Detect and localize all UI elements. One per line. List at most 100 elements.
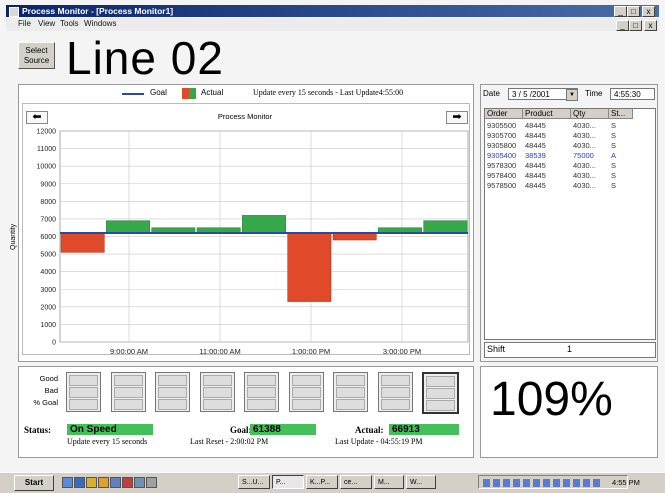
hourly-stat-cell (247, 387, 276, 398)
status-label: Status: (24, 425, 52, 435)
good-row-label: Good (39, 374, 58, 383)
col-order[interactable]: Order (485, 109, 523, 119)
y-tick-label: 3000 (40, 287, 56, 294)
hourly-stat-box[interactable] (333, 372, 368, 412)
hourly-stat-box[interactable] (66, 372, 101, 412)
shift-row: Shift 1 (484, 342, 656, 358)
order-row[interactable]: 9578400 48445 4030... S (485, 171, 635, 181)
order-cell: 4030... (573, 131, 596, 140)
col-product[interactable]: Product (523, 109, 571, 119)
col-qty[interactable]: Qty (571, 109, 609, 119)
hourly-stat-cell (426, 400, 455, 411)
order-row[interactable]: 9578300 48445 4030... S (485, 161, 635, 171)
actual-bar (242, 215, 286, 234)
order-row[interactable]: 9305800 48445 4030... S (485, 141, 635, 151)
order-cell: 4030... (573, 171, 596, 180)
order-cell: S (611, 181, 617, 190)
order-cell: S (611, 171, 617, 180)
date-label: Date (483, 89, 500, 98)
order-cell: 48445 (525, 171, 546, 180)
y-tick-label: 6000 (40, 234, 56, 241)
hourly-stat-cell (380, 399, 410, 410)
x-tick-label: 11:00:00 AM (199, 347, 241, 356)
hourly-stat-cell (202, 387, 232, 398)
hourly-stat-cell (336, 399, 365, 410)
orders-table: Order Product Qty St... 9305500 48445 4030… (484, 108, 656, 340)
hourly-stat-box[interactable] (155, 372, 190, 412)
hourly-stat-cell (247, 375, 276, 386)
order-cell: A (611, 151, 617, 160)
order-cell: 48445 (525, 181, 546, 190)
hourly-stat-box[interactable] (244, 372, 279, 412)
y-tick-label: 0 (52, 340, 56, 347)
hourly-stat-cell (291, 375, 321, 386)
time-label: Time (585, 89, 603, 98)
hourly-stat-cell (69, 399, 98, 410)
mail-icon[interactable] (98, 477, 109, 488)
goal-pct-row-label: % Goal (33, 398, 58, 407)
hourly-stat-box[interactable] (199, 372, 235, 412)
y-tick-label: 8000 (40, 199, 56, 206)
status-value: On Speed (67, 424, 153, 435)
browser-icon[interactable] (74, 477, 85, 488)
order-cell: S (611, 131, 617, 140)
order-cell: S (611, 161, 617, 170)
app-icon-4[interactable] (146, 477, 157, 488)
hourly-stat-cell (69, 387, 98, 398)
hourly-stat-cell (426, 376, 455, 387)
task-button-6[interactable]: W... (406, 475, 436, 489)
task-button-1[interactable]: S...U... (238, 475, 270, 489)
task-button-3[interactable]: K...P... (306, 475, 338, 489)
actual-value: 66913 (389, 424, 459, 435)
y-tick-label: 5000 (40, 252, 56, 259)
order-cell: 9305800 (487, 141, 517, 150)
hourly-stat-cell (158, 387, 187, 398)
goal-value: 61388 (250, 424, 316, 435)
order-row[interactable]: 9305400 38539 75000 A (485, 151, 635, 161)
order-cell: S (611, 141, 617, 150)
task-button-5[interactable]: M... (374, 475, 404, 489)
hourly-stat-cell (426, 388, 455, 399)
x-tick-label: 1:00:00 PM (292, 347, 330, 356)
shift-label: Shift (487, 344, 506, 354)
order-cell: 48445 (525, 141, 546, 150)
y-tick-label: 12000 (37, 129, 57, 136)
task-button-4[interactable]: ce... (340, 475, 372, 489)
tray-icons[interactable] (483, 479, 603, 487)
hourly-stat-box[interactable] (288, 372, 324, 412)
date-value: 3 / 5 /2001 (512, 90, 550, 99)
time-field[interactable]: 4:55:30 (610, 88, 655, 100)
clock: 4:55 PM (612, 478, 640, 487)
hourly-stat-box[interactable] (377, 372, 413, 412)
order-cell: 48445 (525, 131, 546, 140)
hourly-stat-cell (113, 399, 143, 410)
col-status[interactable]: St... (609, 109, 633, 119)
task-button-2[interactable]: P... (272, 475, 304, 489)
order-cell: 4030... (573, 161, 596, 170)
y-tick-label: 11000 (37, 146, 56, 153)
order-cell: 4030... (573, 181, 596, 190)
hourly-stat-cell (291, 399, 321, 410)
hourly-stat-cell (247, 399, 276, 410)
desktop-icon[interactable] (62, 477, 73, 488)
status-note: Update every 15 seconds (67, 437, 148, 446)
order-row[interactable]: 9305500 48445 4030... S (485, 121, 635, 131)
y-tick-label: 4000 (40, 269, 56, 276)
order-cell: 48445 (525, 161, 546, 170)
order-row[interactable]: 9578500 48445 4030... S (485, 181, 635, 191)
hourly-stat-box[interactable] (422, 372, 459, 414)
start-button[interactable]: Start (14, 475, 54, 491)
hourly-stat-box[interactable] (110, 372, 146, 412)
app-icon-2[interactable] (122, 477, 133, 488)
shift-value: 1 (567, 344, 573, 354)
date-dropdown-icon[interactable]: ▼ (566, 89, 578, 101)
actual-bar (106, 220, 150, 234)
hourly-stat-cell (380, 387, 410, 398)
actual-bar (287, 232, 332, 302)
hourly-stat-cell (113, 387, 143, 398)
folder-icon[interactable] (86, 477, 97, 488)
order-row[interactable]: 9305700 48445 4030... S (485, 131, 635, 141)
app-icon-1[interactable] (110, 477, 121, 488)
app-icon-3[interactable] (134, 477, 145, 488)
goal-label: Goal: (230, 425, 252, 435)
